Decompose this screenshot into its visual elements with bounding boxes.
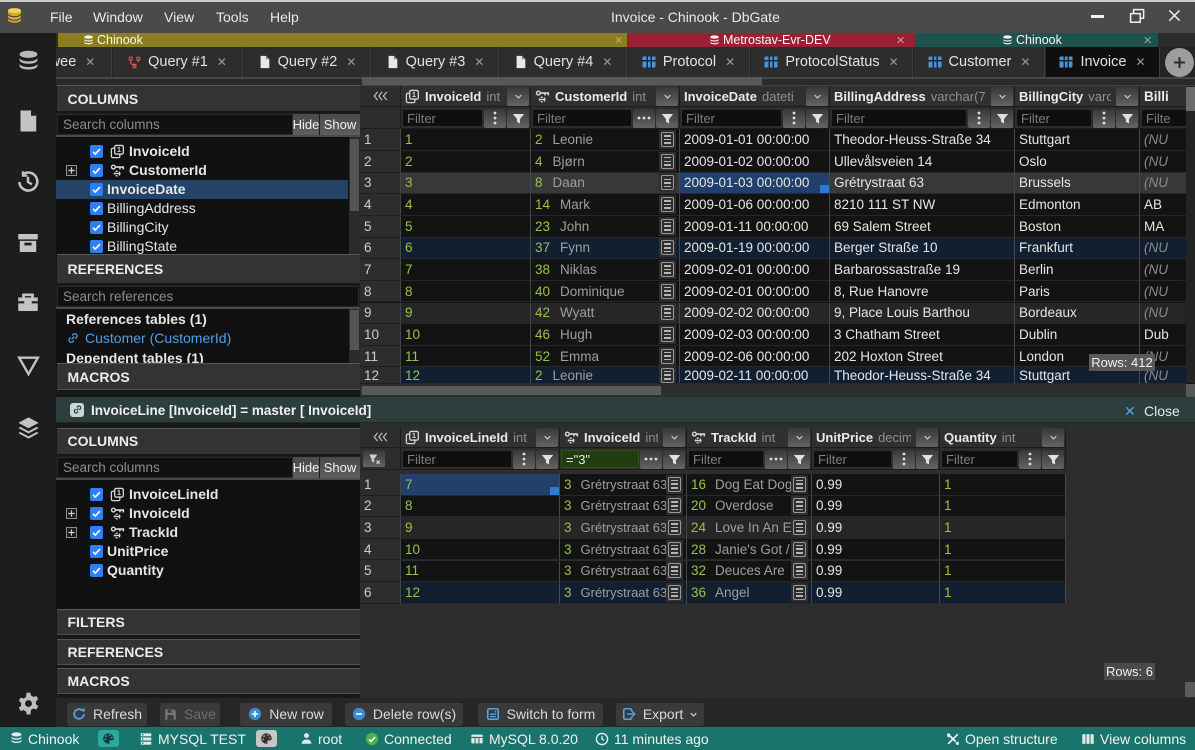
svg-text:1: 1 bbox=[117, 145, 121, 154]
svg-text:1: 1 bbox=[412, 90, 416, 99]
svg-text:1: 1 bbox=[412, 431, 416, 440]
svg-text:1: 1 bbox=[117, 488, 121, 497]
